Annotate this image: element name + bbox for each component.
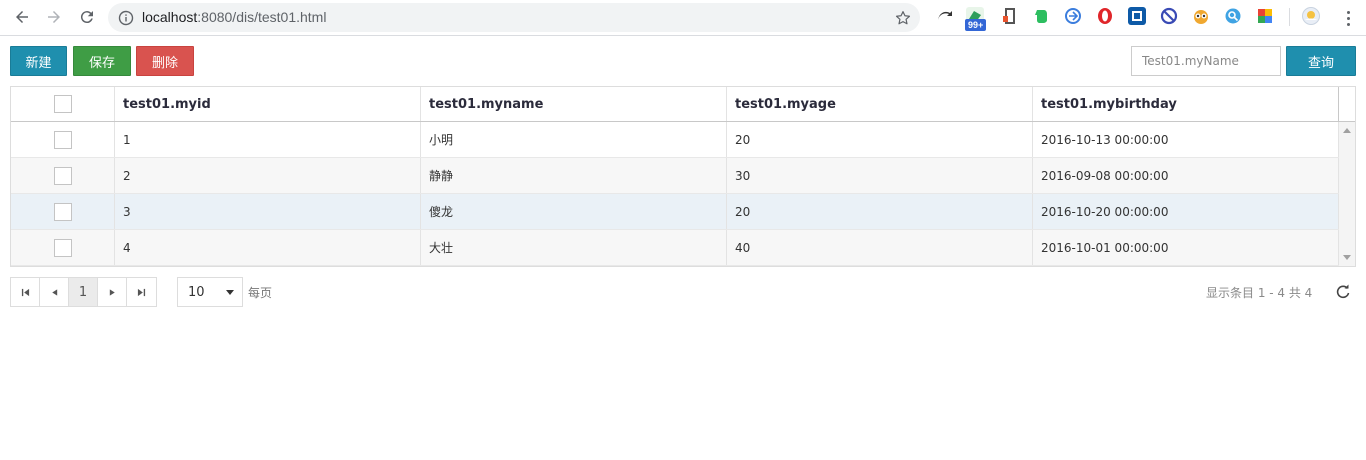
cell-myname: 大壮 — [421, 230, 727, 265]
new-button[interactable]: 新建 — [10, 46, 67, 76]
info-icon[interactable] — [118, 10, 134, 26]
query-button[interactable]: 查询 — [1286, 46, 1356, 76]
extension-sync-icon[interactable] — [1064, 7, 1082, 25]
select-all-checkbox[interactable] — [53, 95, 72, 113]
next-page-icon — [109, 288, 115, 296]
extension-blue-icon[interactable] — [1128, 7, 1146, 25]
data-grid: test01.myid test01.myname test01.myage t… — [10, 86, 1356, 267]
per-page-label: 每页 — [248, 286, 273, 300]
cell-myname: 静静 — [421, 158, 727, 193]
toolbar-separator — [1289, 8, 1290, 26]
extension-cloud-icon[interactable] — [936, 7, 954, 25]
extension-badge-count: 99+ — [965, 19, 987, 31]
extension-owl-icon[interactable] — [1192, 7, 1210, 25]
row-select-cell — [11, 194, 115, 229]
profile-avatar[interactable] — [1302, 7, 1320, 25]
cell-myage: 30 — [727, 158, 1033, 193]
pager: 1 — [10, 277, 157, 307]
row-checkbox[interactable] — [53, 202, 72, 221]
row-checkbox[interactable] — [53, 130, 72, 149]
cell-mybirthday: 2016-10-01 00:00:00 — [1033, 230, 1339, 265]
cell-myname: 傻龙 — [421, 194, 727, 229]
table-row[interactable]: 2 静静 30 2016-09-08 00:00:00 — [11, 158, 1339, 194]
page-number-button[interactable]: 1 — [69, 278, 98, 306]
save-button[interactable]: 保存 — [73, 46, 131, 76]
page-size-value: 10 — [188, 284, 205, 300]
cell-myid: 4 — [115, 230, 421, 265]
search-input[interactable] — [1131, 46, 1281, 76]
evernote-icon[interactable] — [1032, 7, 1050, 25]
cell-mybirthday: 2016-10-13 00:00:00 — [1033, 122, 1339, 157]
next-page-button[interactable] — [98, 278, 127, 306]
page-size-select[interactable]: 10 — [177, 277, 243, 307]
forward-arrow-icon[interactable] — [42, 5, 66, 29]
cell-myid: 3 — [115, 194, 421, 229]
opera-icon[interactable] — [1096, 7, 1114, 25]
last-page-button[interactable] — [127, 278, 156, 306]
scroll-down-icon[interactable] — [1343, 255, 1351, 260]
grid-header: test01.myid test01.myname test01.myage t… — [11, 87, 1355, 122]
last-page-icon — [137, 288, 146, 296]
vertical-scrollbar[interactable] — [1339, 122, 1355, 266]
row-checkbox[interactable] — [53, 166, 72, 185]
cell-myname: 小明 — [421, 122, 727, 157]
prev-page-icon — [51, 288, 57, 296]
row-select-cell — [11, 122, 115, 157]
header-myid[interactable]: test01.myid — [115, 87, 421, 121]
table-row[interactable]: 3 傻龙 20 2016-10-20 00:00:00 — [11, 194, 1339, 230]
browser-menu-icon[interactable] — [1338, 8, 1358, 28]
row-checkbox[interactable] — [53, 238, 72, 257]
address-bar[interactable]: localhost:8080/dis/test01.html — [108, 3, 920, 32]
block-icon[interactable] — [1160, 7, 1178, 25]
row-select-cell — [11, 230, 115, 265]
row-select-cell — [11, 158, 115, 193]
browser-toolbar: localhost:8080/dis/test01.html 99+ — [0, 0, 1366, 36]
cell-myid: 1 — [115, 122, 421, 157]
pager-info: 显示条目 1 - 4 共 4 — [1206, 286, 1313, 300]
chevron-down-icon — [226, 290, 234, 295]
back-arrow-icon[interactable] — [10, 5, 34, 29]
header-mybirthday[interactable]: test01.mybirthday — [1033, 87, 1339, 121]
delete-button[interactable]: 删除 — [136, 46, 194, 76]
header-myage[interactable]: test01.myage — [727, 87, 1033, 121]
scroll-up-icon[interactable] — [1343, 128, 1351, 133]
cell-myage: 20 — [727, 194, 1033, 229]
grid-body: 1 小明 20 2016-10-13 00:00:00 2 静静 30 2016… — [11, 122, 1339, 266]
first-page-button[interactable] — [11, 278, 40, 306]
refresh-icon[interactable] — [1335, 284, 1351, 300]
cell-myage: 40 — [727, 230, 1033, 265]
prev-page-button[interactable] — [40, 278, 69, 306]
extension-search-icon[interactable] — [1224, 7, 1242, 25]
header-select-cell — [11, 87, 115, 121]
table-row[interactable]: 4 大壮 40 2016-10-01 00:00:00 — [11, 230, 1339, 266]
cell-mybirthday: 2016-09-08 00:00:00 — [1033, 158, 1339, 193]
first-page-icon — [21, 288, 29, 296]
extension-color-icon[interactable] — [1256, 7, 1274, 25]
extension-office-icon[interactable] — [1000, 7, 1018, 25]
cell-myage: 20 — [727, 122, 1033, 157]
header-myname[interactable]: test01.myname — [421, 87, 727, 121]
cell-mybirthday: 2016-10-20 00:00:00 — [1033, 194, 1339, 229]
reload-icon[interactable] — [75, 5, 99, 29]
url-text: localhost:8080/dis/test01.html — [142, 9, 327, 25]
table-row[interactable]: 1 小明 20 2016-10-13 00:00:00 — [11, 122, 1339, 158]
cell-myid: 2 — [115, 158, 421, 193]
bookmark-star-icon[interactable] — [894, 9, 912, 27]
